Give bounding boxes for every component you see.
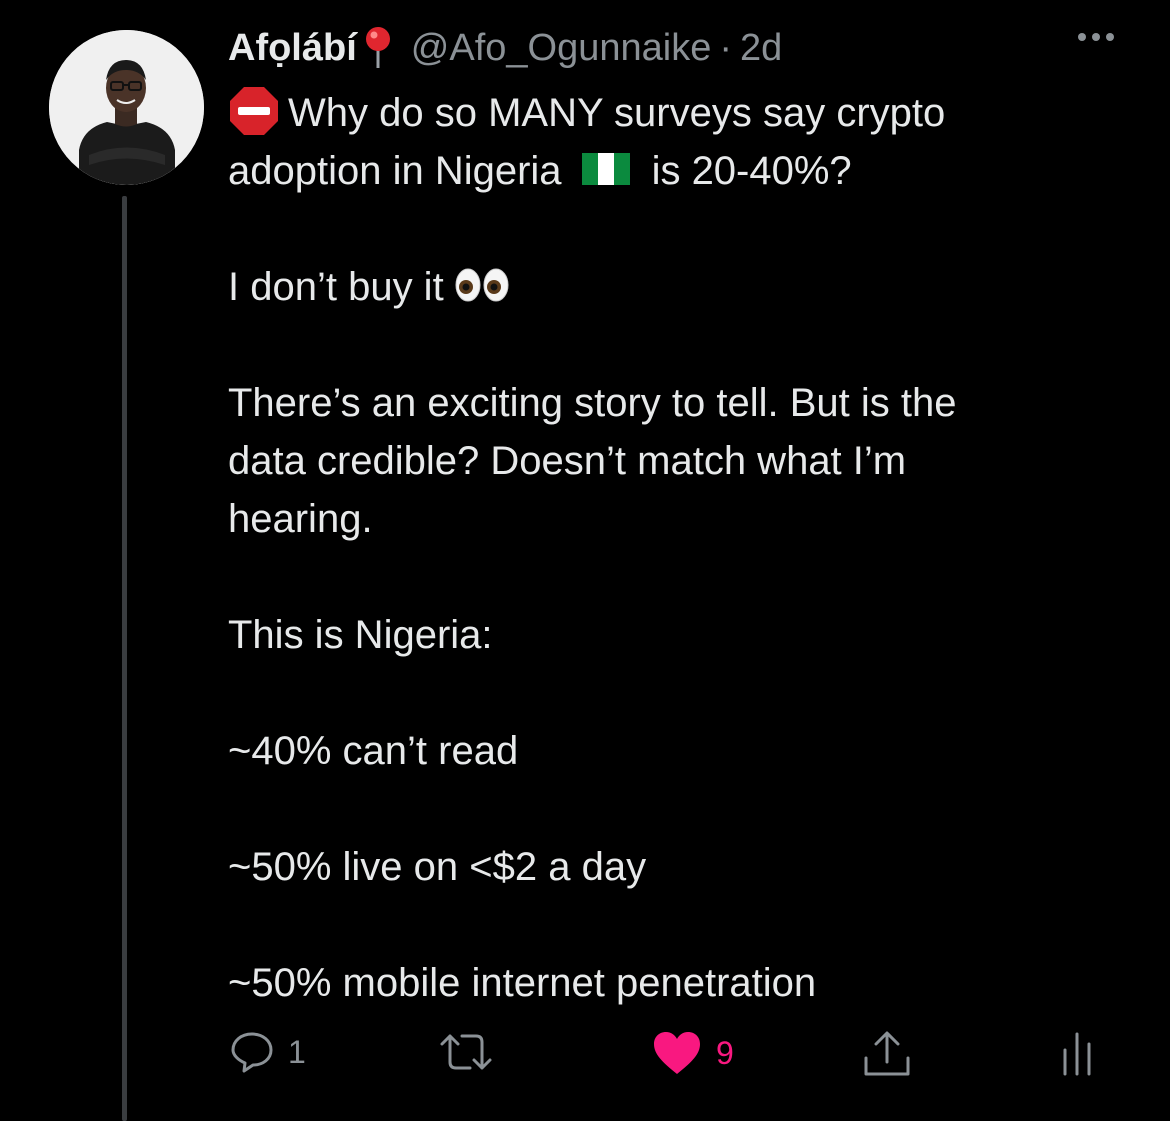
tweet-line: I don’t buy it xyxy=(228,258,1108,316)
heart-filled-icon xyxy=(654,1032,700,1074)
more-dot-icon xyxy=(1106,33,1114,41)
analytics-bars-icon xyxy=(1063,1032,1091,1076)
tweet-line-text: I don’t buy it xyxy=(228,265,444,309)
tweet-line: There’s an exciting story to tell. But i… xyxy=(228,381,957,425)
share-upload-icon xyxy=(864,1031,910,1076)
more-dot-icon xyxy=(1078,33,1086,41)
like-button[interactable]: 9 xyxy=(652,1030,734,1076)
separator-dot: · xyxy=(719,26,732,69)
tweet-line: Why do so MANY surveys say crypto xyxy=(228,84,1108,142)
tweet-line: data credible? Doesn’t match what I’m xyxy=(228,439,907,483)
tweet-line-text: Why do so MANY surveys say crypto xyxy=(288,91,946,135)
avatar-photo xyxy=(49,30,204,185)
nigeria-flag-icon xyxy=(581,153,630,186)
tweet-line-text: adoption in Nigeria xyxy=(228,149,562,193)
author-name[interactable]: Afọlábí xyxy=(228,27,357,70)
reply-bubble-icon xyxy=(231,1032,273,1073)
eyes-icon xyxy=(455,268,509,302)
thread-connector-line xyxy=(122,196,127,1121)
round-pushpin-icon xyxy=(365,27,390,68)
reply-count: 1 xyxy=(288,1033,306,1070)
avatar[interactable] xyxy=(49,30,204,185)
tweet-line: hearing. xyxy=(228,497,373,541)
tweet-header: Afọlábí @Afo_Ogunnaike · 2d xyxy=(228,22,782,74)
tweet-text: Why do so MANY surveys say crypto adopti… xyxy=(228,84,1108,1012)
tweet-line: ~50% live on <$2 a day xyxy=(228,845,647,889)
retweet-button[interactable] xyxy=(438,1030,508,1074)
reply-button[interactable]: 1 xyxy=(230,1030,306,1074)
more-options-button[interactable] xyxy=(1078,33,1114,41)
tweet-timestamp[interactable]: 2d xyxy=(740,27,782,70)
retweet-icon xyxy=(440,1034,492,1070)
share-button[interactable] xyxy=(862,1030,912,1078)
tweet-line: adoption in Nigeria is 20-40%? xyxy=(228,142,1108,200)
tweet-line: ~50% mobile internet penetration xyxy=(228,961,817,1005)
tweet-action-bar: 1 9 xyxy=(228,1030,1108,1080)
tweet-line-text: is 20-40%? xyxy=(651,149,852,193)
analytics-button[interactable] xyxy=(1060,1030,1094,1076)
more-dot-icon xyxy=(1092,33,1100,41)
stop-sign-icon xyxy=(230,87,278,136)
author-handle[interactable]: @Afo_Ogunnaike xyxy=(411,27,712,70)
like-count: 9 xyxy=(716,1034,734,1071)
tweet-line: ~40% can’t read xyxy=(228,729,519,773)
tweet-line: This is Nigeria: xyxy=(228,613,493,657)
